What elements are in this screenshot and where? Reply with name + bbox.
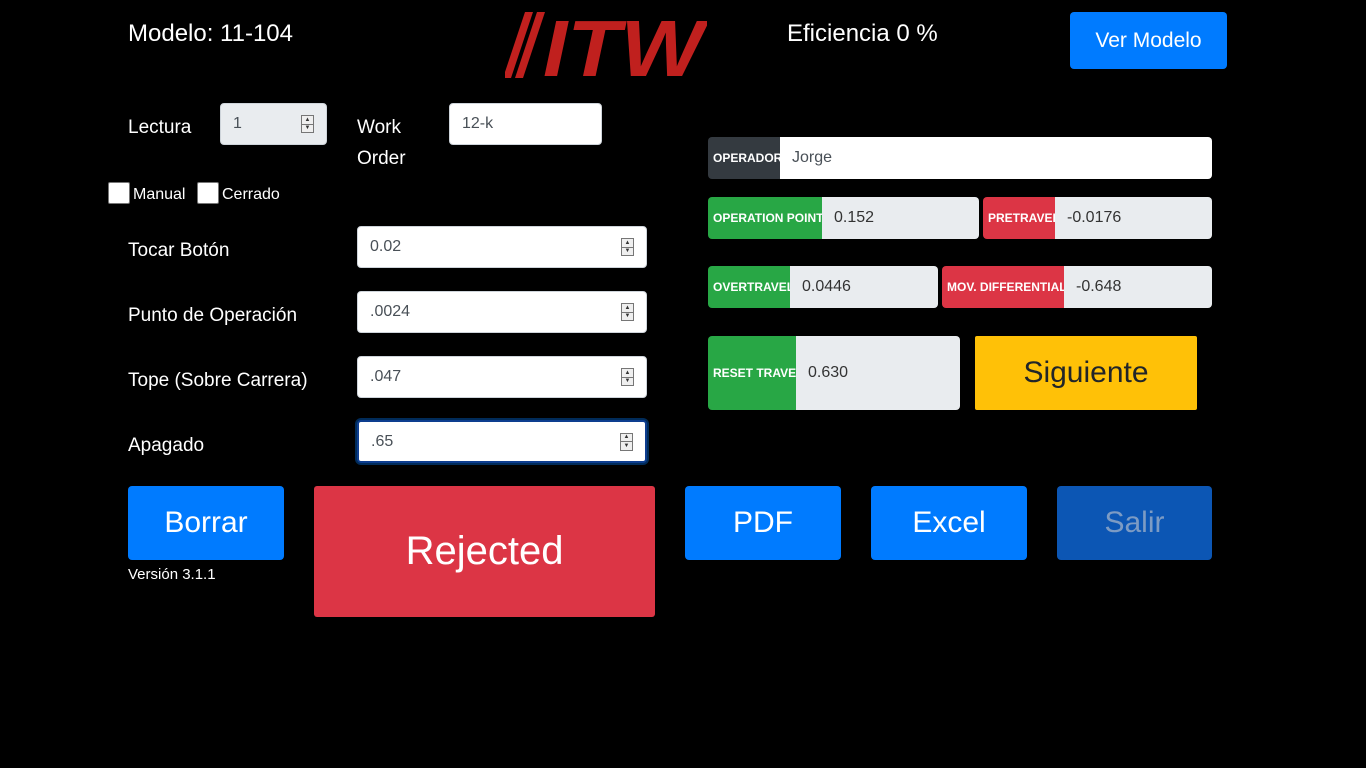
spin-down-icon[interactable]: ▼ [622,311,633,321]
reset-travel-group: RESET TRAVEL 0.630 [708,336,960,410]
apagado-value: .65 [371,432,394,450]
tocar-boton-spinner[interactable]: ▲ ▼ [621,238,634,256]
tope-spinner[interactable]: ▲ ▼ [621,368,634,386]
version-label: Versión 3.1.1 [128,566,216,583]
spin-up-icon[interactable]: ▲ [622,369,633,377]
overtravel-label: OVERTRAVEL [708,266,794,308]
logo-text: ITW [543,10,707,80]
punto-operacion-input[interactable]: .0024 ▲ ▼ [357,291,647,333]
overtravel-group: OVERTRAVEL 0.0446 [708,266,938,308]
tocar-boton-label: Tocar Botón [128,240,230,261]
efficiency-label: Eficiencia 0 % [787,20,938,47]
itw-logo: ITW [503,4,710,93]
punto-operacion-value: .0024 [370,303,411,320]
tope-input[interactable]: .047 ▲ ▼ [357,356,647,398]
tope-value: .047 [370,368,402,385]
mov-differential-group: MOV. DIFFERENTIAL -0.648 [942,266,1212,308]
punto-operacion-label: Punto de Operación [128,305,298,326]
pretravel-value: -0.0176 [1055,197,1212,239]
spin-up-icon[interactable]: ▲ [302,116,313,124]
lectura-value: 1 [233,115,242,132]
spin-down-icon[interactable]: ▼ [622,376,633,386]
operation-point-label: OPERATION POINT [708,197,823,239]
work-order-input[interactable]: 12-k [449,103,602,145]
spin-down-icon[interactable]: ▼ [621,441,632,450]
work-order-label-line1: Work [357,117,401,138]
mov-differential-value: -0.648 [1064,266,1212,308]
lectura-input[interactable]: 1 ▲ ▼ [220,103,327,145]
tocar-boton-value: 0.02 [370,238,402,255]
ver-modelo-button[interactable]: Ver Modelo [1070,12,1227,69]
spin-up-icon[interactable]: ▲ [621,434,632,442]
model-title: Modelo: 11-104 [128,20,293,47]
siguiente-button[interactable]: Siguiente [975,336,1197,410]
apagado-label: Apagado [128,435,205,456]
spin-up-icon[interactable]: ▲ [622,304,633,312]
reset-travel-label: RESET TRAVEL [708,336,803,410]
rejected-status: Rejected [314,486,655,617]
lectura-spinner[interactable]: ▲ ▼ [301,115,314,133]
operador-label: OPERADOR [708,137,782,179]
tocar-boton-input[interactable]: 0.02 ▲ ▼ [357,226,647,268]
salir-button[interactable]: Salir [1057,486,1212,560]
overtravel-value: 0.0446 [790,266,938,308]
lectura-label: Lectura [128,117,192,138]
excel-button[interactable]: Excel [871,486,1027,560]
cerrado-label: Cerrado [222,186,280,203]
operation-point-value: 0.152 [822,197,979,239]
apagado-input[interactable]: .65 ▲ ▼ [357,420,647,463]
spin-up-icon[interactable]: ▲ [622,239,633,247]
operador-input[interactable]: Jorge [780,137,1212,179]
punto-operacion-spinner[interactable]: ▲ ▼ [621,303,634,321]
work-order-label-line2: Order [357,148,406,169]
borrar-button[interactable]: Borrar [128,486,284,560]
apagado-spinner[interactable]: ▲ ▼ [620,432,633,451]
pretravel-group: PRETRAVEL -0.0176 [983,197,1212,239]
pretravel-label: PRETRAVEL [983,197,1060,239]
cerrado-checkbox[interactable] [197,182,219,204]
reset-travel-value: 0.630 [796,336,960,410]
pdf-button[interactable]: PDF [685,486,841,560]
spin-down-icon[interactable]: ▼ [302,123,313,133]
spin-down-icon[interactable]: ▼ [622,246,633,256]
manual-label: Manual [133,186,186,203]
manual-checkbox[interactable] [108,182,130,204]
operation-point-group: OPERATION POINT 0.152 [708,197,979,239]
mov-differential-label: MOV. DIFFERENTIAL [942,266,1067,308]
operador-group: OPERADOR Jorge [708,137,1212,179]
tope-label: Tope (Sobre Carrera) [128,370,308,391]
work-order-value: 12-k [462,115,494,132]
